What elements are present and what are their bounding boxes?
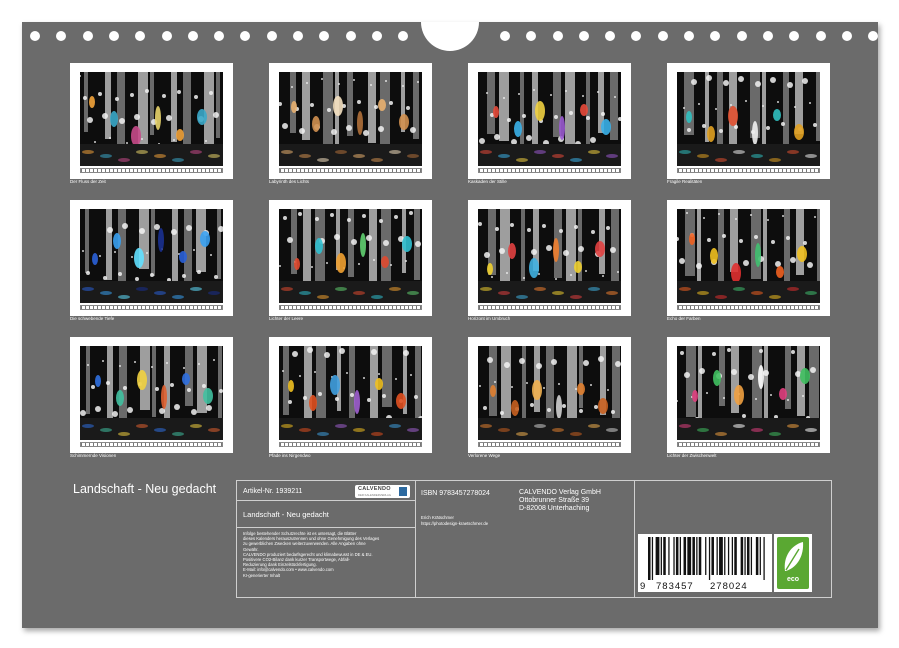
binding-hole xyxy=(737,31,747,41)
binding-hole xyxy=(816,31,826,41)
binding-hole xyxy=(710,31,720,41)
month-thumbnail xyxy=(468,63,631,179)
binding-hole xyxy=(293,31,303,41)
binding-hole xyxy=(267,31,277,41)
artwork-image xyxy=(677,72,820,166)
mini-calendar-strip xyxy=(478,442,621,447)
binding-hole xyxy=(319,31,329,41)
thumbnail-caption: Lichter der Zwischenwelt xyxy=(667,453,717,458)
binding-hole xyxy=(83,31,93,41)
binding-hole xyxy=(658,31,668,41)
artwork-image xyxy=(677,346,820,440)
thumbnail-caption: Kaskaden der Stille xyxy=(468,179,507,184)
binding-hole xyxy=(868,31,878,41)
thumbnail-caption: Die schwebende Tiefe xyxy=(70,316,115,321)
mini-calendar-strip xyxy=(80,442,223,447)
isbn: ISBN 9783457278024 xyxy=(421,490,490,497)
mini-calendar-strip xyxy=(677,168,820,173)
artwork-image xyxy=(677,209,820,303)
artwork-image xyxy=(279,72,422,166)
artwork-image xyxy=(478,72,621,166)
binding-hole xyxy=(631,31,641,41)
mini-calendar-strip xyxy=(279,168,422,173)
thumbnail-caption: Schimmernde Visionen xyxy=(70,453,117,458)
binding-hole xyxy=(30,31,40,41)
artwork-image xyxy=(80,209,223,303)
thumbnail-caption: Fragile Realitäten xyxy=(667,179,703,184)
eco-badge: eco xyxy=(774,534,812,592)
calendar-title: Landschaft - Neu gedacht xyxy=(73,482,217,496)
binding-hole xyxy=(240,31,250,41)
mini-calendar-strip xyxy=(677,305,820,310)
mini-calendar-strip xyxy=(478,168,621,173)
month-thumbnail xyxy=(667,337,830,453)
author-name: Erich Krätschmer xyxy=(421,515,454,520)
binding-hole xyxy=(135,31,145,41)
month-thumbnail xyxy=(269,63,432,179)
mini-calendar-strip xyxy=(279,305,422,310)
month-thumbnail xyxy=(269,200,432,316)
month-thumbnail xyxy=(667,63,830,179)
month-thumbnail xyxy=(70,200,233,316)
article-number: Artikel-Nr. 1939211 xyxy=(243,488,303,495)
binding-hole xyxy=(214,31,224,41)
mini-calendar-strip xyxy=(279,442,422,447)
binding-hole xyxy=(500,31,510,41)
info-title: Landschaft - Neu gedacht xyxy=(243,510,329,519)
thumbnail-caption: Der Fluss der Zeit xyxy=(70,179,106,184)
binding-hole xyxy=(162,31,172,41)
month-thumbnail xyxy=(269,337,432,453)
binding-hole xyxy=(56,31,66,41)
month-thumbnail xyxy=(70,337,233,453)
binding-hole xyxy=(763,31,773,41)
artwork-image xyxy=(279,209,422,303)
publisher-city: D-82008 Unterhaching xyxy=(519,505,590,512)
calvendo-logo: CALVENDO DER KALENDERVERLAG xyxy=(355,485,410,498)
artwork-image xyxy=(80,346,223,440)
month-thumbnail xyxy=(667,200,830,316)
month-thumbnail xyxy=(70,63,233,179)
mini-calendar-strip xyxy=(677,442,820,447)
binding-hole xyxy=(188,31,198,41)
publisher-street: Ottobrunner Straße 39 xyxy=(519,497,590,504)
binding-hole xyxy=(346,31,356,41)
month-thumbnail xyxy=(468,200,631,316)
legal-line: zu gewerblichen Zwecken weiterzuverwende… xyxy=(243,541,366,547)
publisher-name: CALVENDO Verlag GmbH xyxy=(519,489,601,496)
binding-hole xyxy=(579,31,589,41)
mini-calendar-strip xyxy=(80,168,223,173)
month-thumbnail xyxy=(468,337,631,453)
thumbnail-caption: Echo der Farben xyxy=(667,316,701,321)
binding-hole xyxy=(372,31,382,41)
artwork-image xyxy=(478,209,621,303)
thumbnail-caption: Verlorene Wege xyxy=(468,453,501,458)
thumbnail-caption: Pfade ins Nirgendwo xyxy=(269,453,311,458)
thumbnail-caption: Lichter der Leere xyxy=(269,316,304,321)
leaf-icon xyxy=(784,542,804,571)
legal-line: KI-generierter Inhalt xyxy=(243,572,281,578)
binding-hole xyxy=(398,31,408,41)
binding-hole xyxy=(526,31,536,41)
thumbnail-caption: Labyrinth des Lichts xyxy=(269,179,310,184)
binding-hole xyxy=(842,31,852,41)
artwork-image xyxy=(279,346,422,440)
binding-hole xyxy=(553,31,563,41)
binding-hole xyxy=(684,31,694,41)
binding-hole xyxy=(789,31,799,41)
legal-notice: Infolge bestehender Schutzrechte ist es … xyxy=(243,531,379,578)
isbn-barcode: 9 783457 278024 xyxy=(638,534,772,592)
artwork-image xyxy=(478,346,621,440)
mini-calendar-strip xyxy=(80,305,223,310)
artwork-image xyxy=(80,72,223,166)
binding-hole xyxy=(605,31,615,41)
author-url: https://photodesign-kraetschmer.de xyxy=(421,521,489,526)
mini-calendar-strip xyxy=(478,305,621,310)
binding-hole xyxy=(109,31,119,41)
thumbnail-caption: Horizont im Umbruch xyxy=(468,316,511,321)
